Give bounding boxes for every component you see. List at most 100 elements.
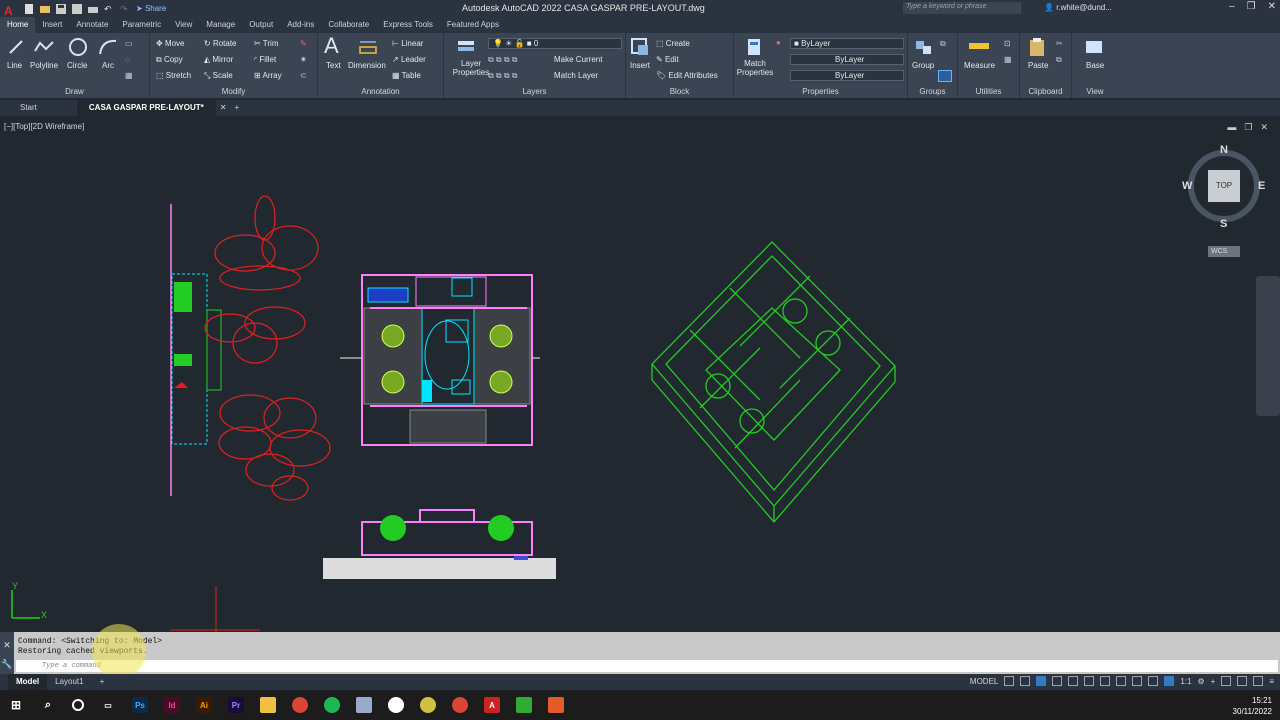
tab-insert[interactable]: Insert xyxy=(35,17,69,33)
app-green-icon[interactable] xyxy=(516,697,532,713)
customize-menu-icon[interactable]: ≡ xyxy=(1269,677,1274,686)
polyline-button[interactable]: Polyline xyxy=(30,61,58,70)
text-button[interactable]: Text xyxy=(326,61,341,70)
stretch-button[interactable]: ⬚ Stretch xyxy=(156,71,191,80)
arc-icon[interactable] xyxy=(98,38,118,56)
workspace-gear-icon[interactable]: ⚙ xyxy=(1197,677,1204,686)
layer-properties-button[interactable]: Layer Properties xyxy=(452,59,490,77)
base-button[interactable]: Base xyxy=(1086,61,1104,70)
array-button[interactable]: ⊞ Array xyxy=(254,71,282,80)
polar-icon[interactable] xyxy=(1052,676,1063,686)
redo-icon[interactable]: ↷ xyxy=(120,4,130,14)
model-space-toggle[interactable]: MODEL xyxy=(970,677,998,686)
explode-icon[interactable]: ✷ xyxy=(300,55,307,64)
insert-icon[interactable] xyxy=(630,37,650,57)
file-explorer-icon[interactable] xyxy=(260,697,276,713)
boundary-icon[interactable]: ▦ xyxy=(125,71,133,80)
table-button[interactable]: ▦ Table xyxy=(392,71,421,80)
tab-collaborate[interactable]: Collaborate xyxy=(321,17,376,33)
cut-icon[interactable]: ✂ xyxy=(1056,39,1063,48)
compass-south[interactable]: S xyxy=(1220,218,1227,230)
layout-tab-layout1[interactable]: Layout1 xyxy=(47,674,91,690)
layer-tools-2-icon[interactable]: ⧉ ⧉ ⧉ ⧉ xyxy=(488,71,518,81)
make-current-button[interactable]: Make Current xyxy=(554,55,602,64)
scale-button[interactable]: ⤡ Scale xyxy=(204,71,233,81)
cortana-icon[interactable] xyxy=(72,699,84,711)
indesign-icon[interactable]: Id xyxy=(164,697,180,713)
compass-north[interactable]: N xyxy=(1220,144,1228,156)
match-properties-icon[interactable] xyxy=(744,37,764,57)
grid-icon[interactable] xyxy=(1004,676,1015,686)
maps-icon[interactable] xyxy=(388,697,404,713)
share-button[interactable]: ➤ Share xyxy=(136,4,166,14)
viewcube-top-face[interactable]: TOP xyxy=(1208,170,1240,202)
text-icon[interactable]: A xyxy=(324,33,339,59)
open-icon[interactable] xyxy=(40,4,50,14)
measure-icon[interactable] xyxy=(968,41,990,53)
autocad-logo-icon[interactable]: A xyxy=(4,4,18,18)
undo-icon[interactable]: ↶ xyxy=(104,4,114,14)
units-icon[interactable] xyxy=(1221,676,1232,686)
fillet-button[interactable]: ◜ Fillet xyxy=(254,55,276,64)
copy-clip-icon[interactable]: ⧉ xyxy=(1056,55,1062,65)
viewcube[interactable]: TOP N S E W xyxy=(1182,144,1265,230)
add-layout-icon[interactable]: + xyxy=(92,674,113,690)
tab-home[interactable]: Home xyxy=(0,17,36,33)
erase-icon[interactable]: ✎ xyxy=(300,39,307,48)
quick-select-icon[interactable]: ⊡ xyxy=(1004,39,1011,48)
polyline-icon[interactable] xyxy=(34,39,54,55)
tab-parametric[interactable]: Parametric xyxy=(115,17,168,33)
tab-output[interactable]: Output xyxy=(242,17,280,33)
chrome-icon[interactable] xyxy=(292,697,308,713)
wcs-menu[interactable]: WCS xyxy=(1208,246,1240,257)
rectangle-icon[interactable]: ▭ xyxy=(125,39,133,48)
match-layer-button[interactable]: Match Layer xyxy=(554,71,598,80)
lineweight-icon[interactable] xyxy=(1116,676,1127,686)
properties-panel-title[interactable]: Properties xyxy=(734,87,907,96)
isodraft-icon[interactable] xyxy=(1068,676,1079,686)
command-input[interactable]: Type a command xyxy=(16,660,1278,672)
snap-icon[interactable] xyxy=(1020,676,1031,686)
circle-icon[interactable] xyxy=(68,37,88,57)
chrome-2-icon[interactable] xyxy=(452,697,468,713)
new-tab-icon[interactable]: + xyxy=(230,100,243,116)
spotify-icon[interactable] xyxy=(324,697,340,713)
measure-button[interactable]: Measure xyxy=(964,61,995,70)
isolate-objects-icon[interactable] xyxy=(1253,676,1264,686)
dimension-icon[interactable] xyxy=(358,39,378,55)
photoshop-icon[interactable]: Ps xyxy=(132,697,148,713)
offset-icon[interactable]: ⊂ xyxy=(300,71,307,80)
arc-button[interactable]: Arc xyxy=(102,61,114,70)
create-block-button[interactable]: ⬚ Create xyxy=(656,39,690,48)
layer-properties-icon[interactable] xyxy=(456,37,476,57)
premiere-icon[interactable]: Pr xyxy=(228,697,244,713)
draw-panel-title[interactable]: Draw xyxy=(0,87,149,96)
mirror-button[interactable]: ◭ Mirror xyxy=(204,55,233,64)
quick-properties-icon[interactable] xyxy=(1237,676,1248,686)
calculator-icon[interactable]: ▦ xyxy=(1004,55,1012,64)
windows-start-icon[interactable]: ⊞ xyxy=(8,697,24,713)
lineweight-dropdown[interactable]: ByLayer xyxy=(790,70,904,81)
group-button[interactable]: Group xyxy=(912,61,934,70)
object-snap-icon[interactable] xyxy=(1100,676,1111,686)
search-icon[interactable]: ⌕ xyxy=(40,697,56,713)
leader-button[interactable]: ↗ Leader xyxy=(392,55,426,64)
command-close-icon[interactable]: ✕ xyxy=(0,640,14,651)
match-properties-button[interactable]: Match Properties xyxy=(736,59,774,77)
insert-button[interactable]: Insert xyxy=(630,61,650,70)
base-view-icon[interactable] xyxy=(1084,39,1104,55)
group-selection-icon[interactable] xyxy=(938,70,952,82)
maximize-icon[interactable]: ❐ xyxy=(1247,1,1256,12)
app-icon[interactable] xyxy=(356,697,372,713)
minimize-icon[interactable]: – xyxy=(1229,1,1235,12)
color-dropdown[interactable]: ■ ByLayer xyxy=(790,38,904,49)
tab-view[interactable]: View xyxy=(168,17,199,33)
layer-tools-icon[interactable]: ⧉ ⧉ ⧉ ⧉ xyxy=(488,55,518,65)
ungroup-icon[interactable]: ⧉ xyxy=(940,39,946,49)
doc-tab-active[interactable]: CASA GASPAR PRE-LAYOUT* xyxy=(76,100,216,116)
compass-east[interactable]: E xyxy=(1258,180,1265,192)
layout-tab-model[interactable]: Model xyxy=(8,674,48,690)
copy-button[interactable]: ⧉ Copy xyxy=(156,55,183,65)
groups-panel-title[interactable]: Groups xyxy=(908,87,957,96)
modify-panel-title[interactable]: Modify xyxy=(150,87,317,96)
